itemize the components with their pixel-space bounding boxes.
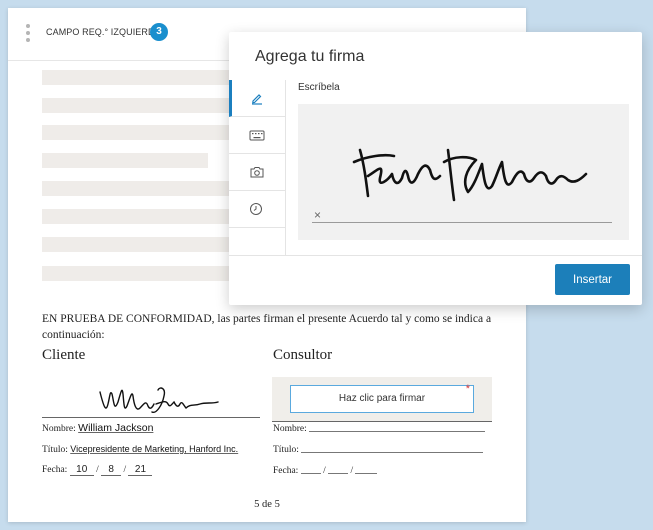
client-name-label: Nombre: (42, 424, 76, 434)
client-title-row: Título: Vicepresidente de Marketing, Han… (42, 444, 238, 455)
consultant-date-separator: / (323, 466, 326, 476)
required-marker: * (465, 383, 470, 395)
pen-icon (252, 94, 262, 105)
client-title-value: Vicepresidente de Marketing, Hanford Inc… (70, 444, 239, 454)
keyboard-icon (249, 130, 265, 141)
consultant-date-row: Fecha: / / (273, 466, 378, 476)
required-fields-label: CAMPO REQ.° IZQUIERDO (46, 27, 162, 37)
tab-type[interactable] (229, 117, 285, 154)
client-heading: Cliente (42, 347, 86, 363)
tab-history[interactable] (229, 191, 285, 228)
camera-icon (250, 167, 264, 178)
page-number: 5 de 5 (254, 499, 280, 510)
consultant-date-day-blank[interactable] (328, 473, 349, 474)
drag-handle-icon[interactable] (25, 24, 31, 44)
add-signature-dialog: Agrega tu firma Escríbela × Insertar (229, 32, 642, 305)
signature-baseline (312, 222, 612, 223)
client-date-separator: / (96, 465, 99, 475)
client-name-row: Nombre: William Jackson (42, 422, 153, 434)
clock-icon (250, 203, 262, 215)
client-date-month: 10 (69, 464, 94, 476)
client-date-day: 8 (101, 464, 122, 476)
signature-drawing-canvas[interactable]: × (298, 104, 629, 240)
draw-panel-label: Escríbela (298, 82, 340, 93)
required-fields-count-badge[interactable]: 3 (150, 23, 168, 41)
consultant-signature-line (272, 421, 492, 422)
client-date-row: Fecha: 10 / 8 / 21 (42, 464, 153, 476)
consultant-name-blank[interactable] (309, 431, 486, 432)
consultant-title-label: Título: (273, 445, 299, 455)
consultant-date-label: Fecha: (273, 466, 299, 476)
consultant-date-year-blank[interactable] (355, 473, 378, 474)
client-name-value: William Jackson (78, 422, 154, 434)
tab-draw[interactable] (229, 80, 285, 117)
consultant-title-row: Título: (273, 445, 484, 455)
click-to-sign-button[interactable]: Haz clic para firmar * (290, 383, 474, 413)
consultant-signature-field: Haz clic para firmar * (272, 377, 492, 421)
client-date-label: Fecha: (42, 465, 68, 475)
signature-method-tabs (229, 80, 286, 255)
dialog-footer-divider (229, 255, 642, 256)
consultant-name-label: Nombre: (273, 424, 307, 434)
client-date-separator: / (123, 465, 127, 475)
dialog-title: Agrega tu firma (255, 48, 365, 65)
consultant-name-row: Nombre: (273, 424, 486, 434)
consultant-date-month-blank[interactable] (300, 473, 321, 474)
consultant-date-separator: / (350, 466, 354, 476)
client-signature-line (42, 417, 260, 418)
client-date-year: 21 (128, 464, 153, 476)
client-signature-image (99, 387, 219, 413)
drawn-signature-image (352, 148, 588, 202)
agreement-clause: EN PRUEBA DE CONFORMIDAD, las partes fir… (42, 313, 492, 341)
tab-upload-photo[interactable] (229, 154, 285, 191)
placeholder-text-line (42, 153, 208, 168)
consultant-heading: Consultor (273, 347, 333, 363)
clear-signature-icon[interactable]: × (314, 208, 321, 222)
client-title-label: Título: (42, 445, 68, 455)
consultant-title-blank[interactable] (301, 452, 484, 453)
insert-button[interactable]: Insertar (555, 264, 630, 295)
click-to-sign-label: Haz clic para firmar (338, 393, 426, 404)
